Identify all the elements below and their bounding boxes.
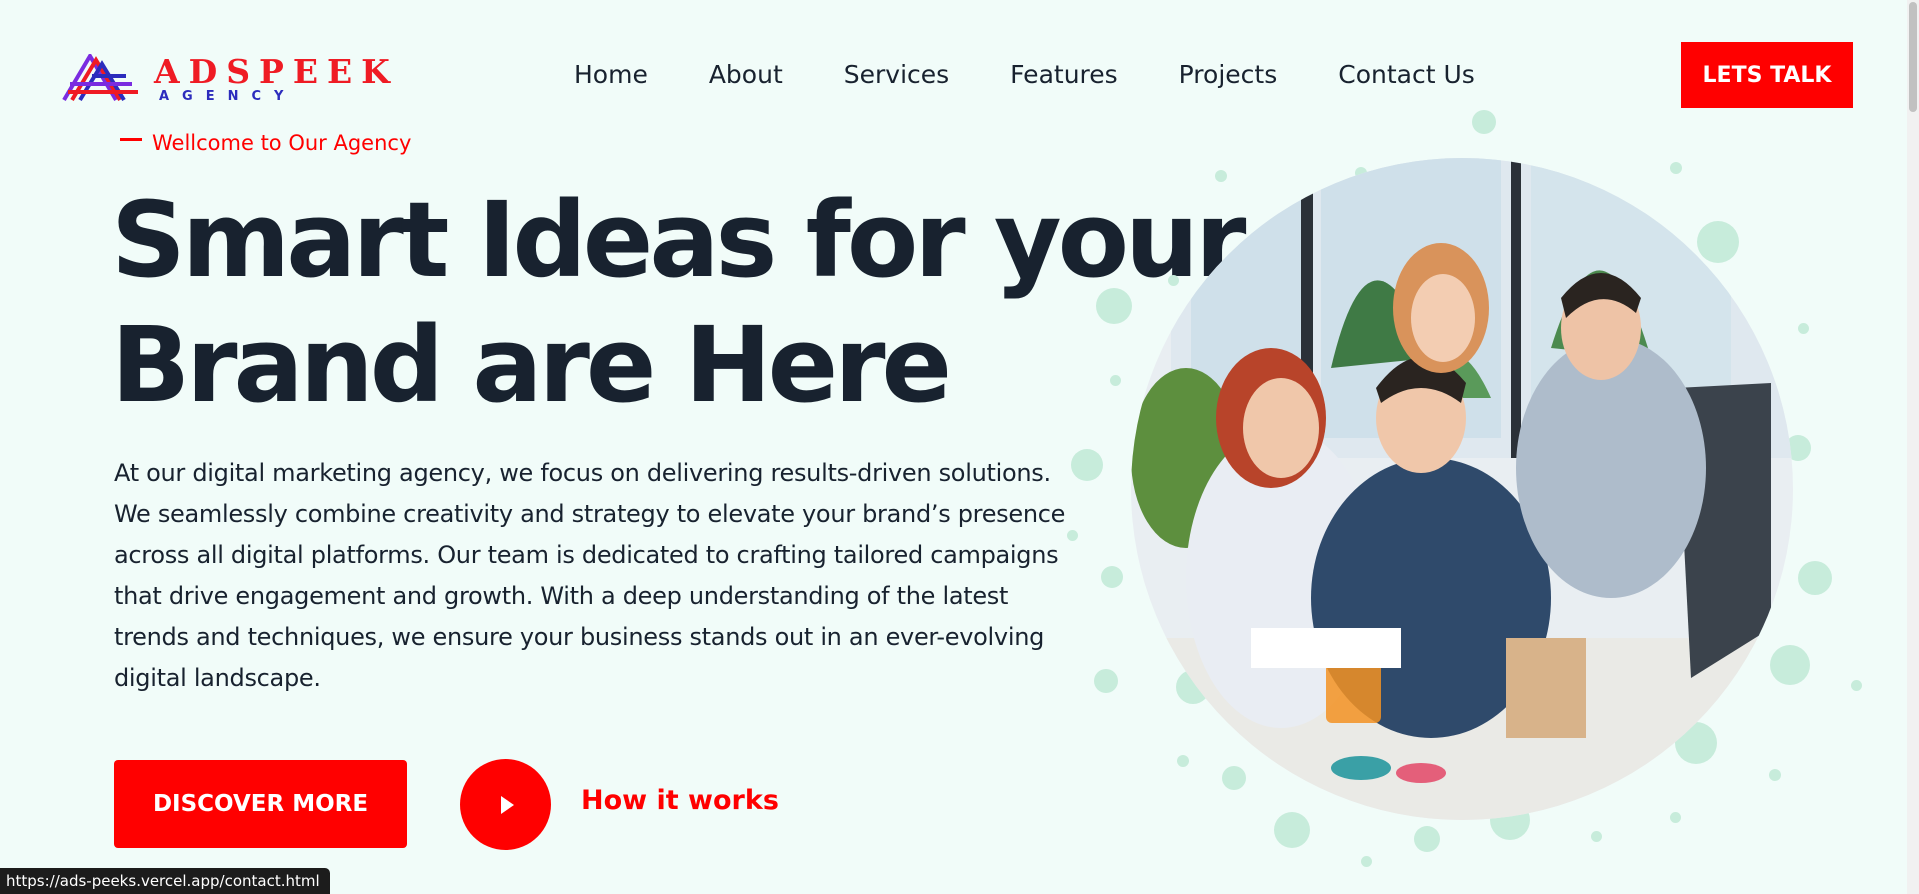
logo-mark-icon: [62, 54, 138, 102]
hero-description: At our digital marketing agency, we focu…: [114, 459, 1066, 692]
play-button[interactable]: [460, 759, 551, 850]
hero-title: Smart Ideas for your Brand are Here: [111, 178, 1246, 428]
play-icon: [500, 795, 514, 814]
link-preview-status: https://ads-peeks.vercel.app/contact.htm…: [0, 868, 330, 894]
nav-services[interactable]: Services: [844, 60, 949, 89]
nav-home[interactable]: Home: [574, 60, 648, 89]
lets-talk-button[interactable]: LETS TALK: [1681, 42, 1853, 108]
how-it-works-link[interactable]: How it works: [581, 785, 779, 816]
hero-title-line1: Smart Ideas for your: [111, 179, 1246, 301]
page-scrollbar[interactable]: [1907, 0, 1919, 894]
hero-title-line2: Brand are Here: [111, 304, 952, 426]
nav-contact[interactable]: Contact Us: [1338, 60, 1475, 89]
logo[interactable]: ADSPEEK AGENCY: [62, 54, 390, 104]
team-photo-illustration: [1131, 158, 1793, 820]
discover-more-button[interactable]: DISCOVER MORE: [114, 760, 407, 848]
logo-wordmark: ADSPEEK: [154, 52, 399, 91]
hero-eyebrow: Wellcome to Our Agency: [120, 131, 411, 155]
nav-projects[interactable]: Projects: [1179, 60, 1278, 89]
eyebrow-text: Wellcome to Our Agency: [152, 131, 412, 155]
eyebrow-dash: [120, 137, 142, 141]
nav-features[interactable]: Features: [1010, 60, 1118, 89]
nav-about[interactable]: About: [709, 60, 783, 89]
scrollbar-thumb[interactable]: [1909, 2, 1917, 112]
main-nav: Home About Services Features Projects Co…: [574, 60, 1475, 89]
logo-subtitle: AGENCY: [159, 89, 297, 104]
hero-image: [1131, 158, 1793, 820]
